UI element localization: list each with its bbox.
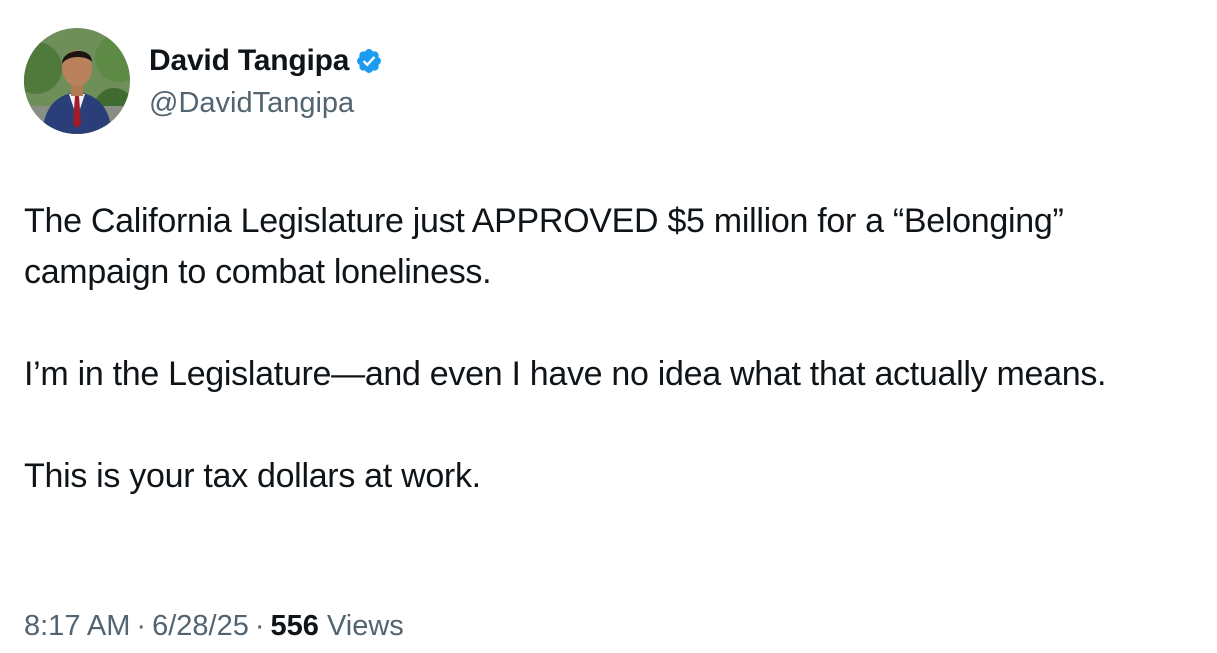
tweet-paragraph: This is your tax dollars at work. <box>24 457 481 495</box>
avatar[interactable] <box>24 28 130 134</box>
verified-badge-icon <box>355 47 383 75</box>
profile-photo <box>24 28 130 134</box>
author-name-row[interactable]: David Tangipa <box>149 42 383 80</box>
author-display-name[interactable]: David Tangipa <box>149 42 349 80</box>
views-label: Views <box>326 610 404 642</box>
separator: · <box>254 610 265 642</box>
tweet-paragraph: I’m in the Legislature—and even I have n… <box>24 355 1107 393</box>
tweet-text: The California Legislature just APPROVED… <box>24 196 1214 502</box>
tweet-date[interactable]: 6/28/25 <box>152 610 249 642</box>
tweet-paragraph: The California Legislature just APPROVED… <box>24 202 1073 291</box>
tweet-metadata: 8:17 AM · 6/28/25 · 556 Views <box>24 607 404 645</box>
tweet: David Tangipa @DavidTangipa The Californ… <box>0 0 1217 653</box>
separator: · <box>136 610 147 642</box>
tweet-time[interactable]: 8:17 AM <box>24 610 130 642</box>
views-count: 556 <box>270 610 319 642</box>
author-handle[interactable]: @DavidTangipa <box>149 85 354 121</box>
